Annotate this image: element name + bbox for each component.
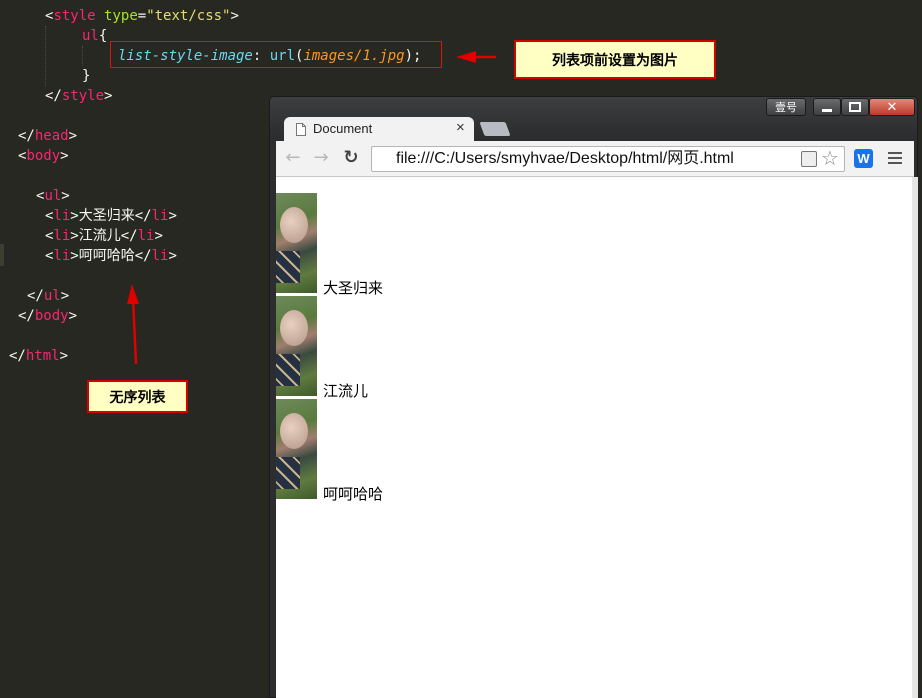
tab-close-icon[interactable]: ×	[456, 120, 465, 136]
code-token-attr: type	[104, 8, 138, 24]
maximize-icon	[849, 102, 861, 112]
code-token-punc: >	[60, 148, 69, 164]
list-item: 大圣归来	[323, 279, 384, 297]
highlight-box	[110, 41, 442, 68]
url-text[interactable]: file:///C:/Users/smyhvae/Desktop/html/网页…	[396, 148, 734, 170]
code-token-punc: >	[59, 348, 69, 364]
code-line-head-close[interactable]: </head>	[18, 126, 77, 146]
code-token-tag: ul	[82, 28, 99, 44]
close-window-button[interactable]: ✕	[869, 98, 915, 116]
code-token-punc: >	[104, 88, 113, 104]
indent-guide	[45, 26, 47, 86]
extension-w-icon[interactable]: W	[854, 149, 873, 168]
code-token-punc: </	[134, 248, 152, 264]
code-token-tag: head	[34, 128, 69, 144]
callout-list-image: 列表项前设置为图片	[514, 40, 716, 79]
code-token-punc	[96, 8, 104, 24]
list-marker-image	[276, 296, 317, 396]
code-line-ul-selector[interactable]: ul{	[82, 26, 107, 46]
code-token-punc: </	[45, 88, 62, 104]
page-icon	[296, 123, 306, 136]
user-badge-button[interactable]: 壹号	[766, 98, 806, 116]
indent-guide	[82, 46, 84, 66]
code-token-punc: =	[137, 8, 147, 24]
code-token-punc: }	[82, 68, 91, 84]
tab-title: Document	[313, 121, 373, 136]
code-token-tag: body	[34, 308, 69, 324]
code-token-punc: >	[70, 248, 79, 264]
bookmark-star-icon[interactable]: ☆	[821, 146, 839, 170]
scrollbar[interactable]	[912, 177, 918, 698]
menu-icon[interactable]	[888, 152, 902, 164]
code-token-punc: >	[68, 128, 78, 144]
code-token-tag: ul	[44, 188, 62, 204]
code-line-li-3[interactable]: <li>呵呵哈哈</li>	[45, 246, 177, 266]
code-token-punc: {	[98, 28, 108, 44]
page-viewport	[276, 177, 914, 698]
code-line-body-open[interactable]: <body>	[18, 146, 69, 166]
code-token-tag: html	[25, 348, 60, 364]
code-token-punc: >	[168, 208, 177, 224]
code-token-tag: li	[53, 208, 71, 224]
code-token-punc: </	[120, 228, 138, 244]
code-token-tag: body	[26, 148, 61, 164]
code-token-punc: >	[70, 208, 79, 224]
list-marker-image	[276, 193, 317, 293]
reload-icon[interactable]: ↻	[341, 148, 361, 168]
forward-icon[interactable]: →	[311, 148, 331, 168]
code-line-ul-close[interactable]: </ul>	[27, 286, 69, 306]
new-tab-button[interactable]	[479, 122, 511, 136]
code-token-punc: >	[154, 228, 163, 244]
minimize-icon	[822, 108, 832, 112]
code-token-punc: </	[18, 308, 35, 324]
code-line-html-close[interactable]: </html>	[9, 346, 68, 366]
translate-icon[interactable]	[801, 151, 817, 167]
code-token-tag: style	[61, 88, 105, 104]
minimize-button[interactable]	[813, 98, 841, 116]
code-token-tag: ul	[43, 288, 61, 304]
code-token-punc: </	[134, 208, 152, 224]
code-token-punc: </	[27, 288, 44, 304]
code-token-txt: 大圣归来	[78, 208, 135, 224]
code-token-tag: li	[53, 248, 71, 264]
code-line-ul-open[interactable]: <ul>	[36, 186, 70, 206]
back-icon[interactable]: ←	[283, 148, 303, 168]
code-token-tag: li	[151, 248, 169, 264]
current-line-marker	[0, 244, 4, 266]
code-token-punc: >	[61, 188, 70, 204]
code-line-style-close[interactable]: </style>	[45, 86, 112, 106]
tab-document[interactable]: Document ×	[284, 117, 474, 142]
list-item: 江流儿	[323, 382, 369, 400]
code-token-punc: </	[9, 348, 26, 364]
close-icon: ✕	[886, 99, 898, 115]
code-token-txt: 江流儿	[78, 228, 121, 244]
list-item: 呵呵哈哈	[323, 485, 384, 503]
code-token-tag: li	[137, 228, 155, 244]
code-token-str: "text/css"	[146, 8, 231, 24]
list-marker-image	[276, 399, 317, 499]
code-token-punc: >	[230, 8, 239, 24]
code-token-punc: >	[70, 228, 79, 244]
maximize-button[interactable]	[841, 98, 869, 116]
code-token-tag: style	[53, 8, 96, 24]
code-line-style-open[interactable]: <style type="text/css">	[45, 6, 239, 26]
code-token-tag: li	[151, 208, 169, 224]
code-token-punc: >	[168, 248, 177, 264]
code-token-punc: >	[60, 288, 70, 304]
code-token-punc: </	[18, 128, 35, 144]
callout-unordered-list: 无序列表	[87, 380, 188, 413]
code-token-punc: >	[68, 308, 78, 324]
code-line-body-close[interactable]: </body>	[18, 306, 77, 326]
code-line-li-2[interactable]: <li>江流儿</li>	[45, 226, 163, 246]
code-line-li-1[interactable]: <li>大圣归来</li>	[45, 206, 177, 226]
code-token-tag: li	[53, 228, 71, 244]
code-line-brace-close[interactable]: }	[82, 66, 90, 86]
code-token-txt: 呵呵哈哈	[78, 248, 135, 264]
